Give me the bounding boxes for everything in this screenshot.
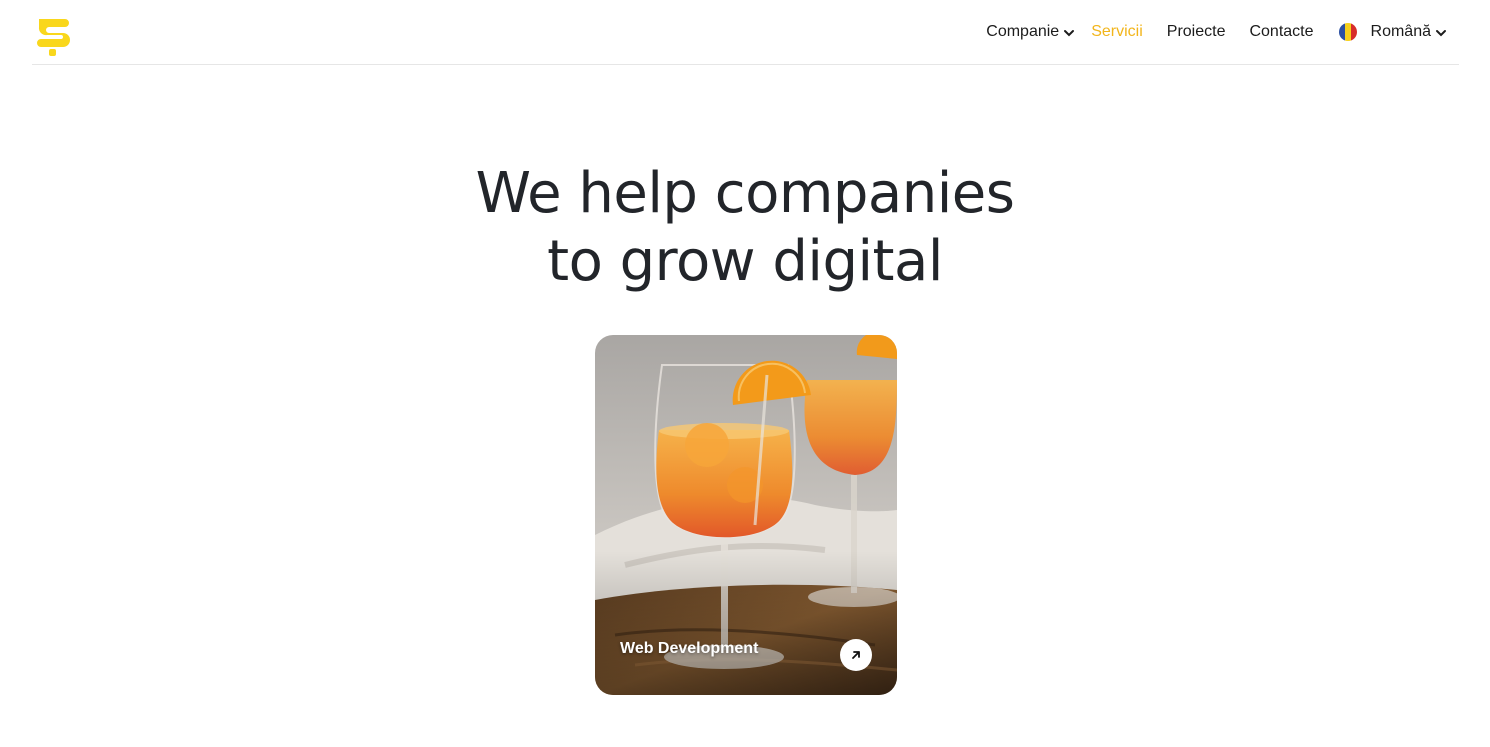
main-nav: Companie Servicii Proiecte Contacte Româ… bbox=[986, 0, 1447, 64]
nav-contacte[interactable]: Contacte bbox=[1249, 23, 1313, 41]
chevron-down-icon bbox=[1436, 30, 1446, 37]
nav-contacte-label: Contacte bbox=[1249, 23, 1314, 40]
language-selector[interactable]: Română bbox=[1338, 23, 1447, 41]
language-label: Română bbox=[1370, 23, 1431, 40]
nav-servicii[interactable]: Servicii bbox=[1091, 23, 1143, 41]
service-card-label: Web Development bbox=[620, 640, 759, 657]
nav-companie-label: Companie bbox=[986, 23, 1060, 40]
hero-title-line-1: We help companies bbox=[475, 161, 1015, 226]
site-header: Companie Servicii Proiecte Contacte Româ… bbox=[32, 0, 1459, 65]
service-card-link-button[interactable] bbox=[840, 639, 872, 671]
romania-flag-icon bbox=[1338, 23, 1357, 41]
arrow-up-right-icon bbox=[852, 651, 860, 659]
hero-title-line-2: to grow digital bbox=[547, 229, 943, 294]
hero-title: We help companies to grow digital bbox=[0, 160, 1490, 296]
nav-companie[interactable]: Companie bbox=[986, 23, 1075, 41]
nav-proiecte[interactable]: Proiecte bbox=[1167, 23, 1226, 41]
chevron-down-icon bbox=[1064, 30, 1075, 37]
brand-logo[interactable] bbox=[35, 16, 71, 58]
service-card-web-development[interactable]: Web Development bbox=[595, 335, 897, 695]
nav-proiecte-label: Proiecte bbox=[1166, 23, 1226, 40]
nav-servicii-label: Servicii bbox=[1091, 23, 1143, 40]
